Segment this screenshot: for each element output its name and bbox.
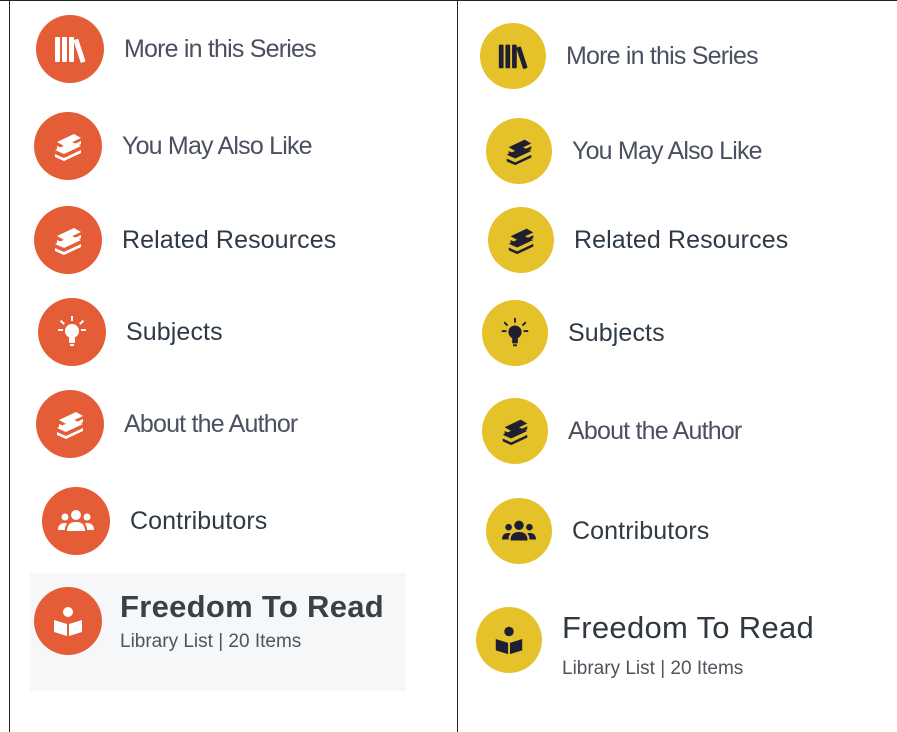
book-stack-icon	[486, 118, 552, 184]
nav-item-contributors[interactable]: Contributors	[42, 487, 267, 555]
nav-item-label: Related Resources	[122, 225, 337, 254]
feature-title: Freedom To Read	[120, 589, 385, 624]
books-icon	[36, 15, 104, 83]
nav-item-more-in-series[interactable]: More in this Series	[480, 23, 759, 89]
lightbulb-icon	[38, 298, 106, 366]
nav-item-about-author[interactable]: About the Author	[482, 398, 742, 464]
feature-text: Freedom To Read Library List | 20 Items	[120, 589, 384, 653]
nav-item-more-in-series[interactable]: More in this Series	[36, 15, 317, 83]
nav-item-subjects[interactable]: Subjects	[482, 300, 665, 366]
lightbulb-icon	[482, 300, 548, 366]
right-panel: More in this Series You May Also Like Re…	[458, 1, 897, 732]
nav-item-related-resources[interactable]: Related Resources	[34, 206, 336, 274]
users-icon	[42, 487, 110, 555]
feature-text: Freedom To Read Library List | 20 Items	[562, 610, 814, 680]
users-icon	[486, 498, 552, 564]
nav-item-about-author[interactable]: About the Author	[36, 390, 298, 458]
nav-item-label: You May Also Like	[572, 136, 763, 165]
nav-item-label: More in this Series	[124, 34, 317, 63]
nav-item-label: Subjects	[126, 317, 223, 346]
feature-library-list[interactable]: Freedom To Read Library List | 20 Items	[34, 587, 384, 655]
feature-library-list[interactable]: Freedom To Read Library List | 20 Items	[476, 600, 814, 680]
nav-item-you-may-also-like[interactable]: You May Also Like	[34, 112, 313, 180]
nav-item-label: Contributors	[572, 516, 710, 545]
feature-subtitle: Library List | 20 Items	[562, 658, 744, 679]
nav-item-label: About the Author	[568, 416, 742, 445]
nav-item-you-may-also-like[interactable]: You May Also Like	[486, 118, 763, 184]
nav-item-related-resources[interactable]: Related Resources	[488, 207, 788, 273]
nav-item-label: You May Also Like	[122, 131, 313, 160]
reader-icon	[476, 607, 542, 673]
book-stack-icon	[34, 112, 102, 180]
nav-item-contributors[interactable]: Contributors	[486, 498, 709, 564]
nav-item-label: More in this Series	[566, 41, 759, 70]
nav-item-label: About the Author	[124, 409, 298, 438]
nav-item-subjects[interactable]: Subjects	[38, 298, 223, 366]
book-stack-icon	[482, 398, 548, 464]
feature-title: Freedom To Read	[562, 610, 815, 645]
book-stack-icon	[36, 390, 104, 458]
book-stack-icon	[488, 207, 554, 273]
nav-item-label: Related Resources	[574, 225, 789, 254]
feature-subtitle: Library List | 20 Items	[120, 631, 302, 652]
book-stack-icon	[34, 206, 102, 274]
comparison-frame: More in this Series You May Also Like Re…	[0, 0, 897, 732]
nav-item-label: Contributors	[130, 506, 268, 535]
nav-item-label: Subjects	[568, 318, 665, 347]
books-icon	[480, 23, 546, 89]
reader-icon	[34, 587, 102, 655]
left-panel: More in this Series You May Also Like Re…	[10, 1, 457, 732]
